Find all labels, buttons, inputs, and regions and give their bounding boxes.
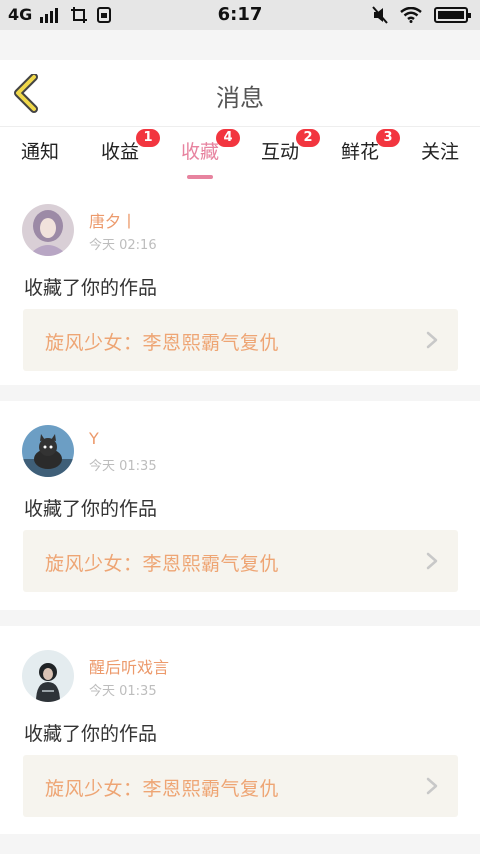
timestamp: 今天 02:16 — [89, 238, 157, 253]
timestamp: 今天 01:35 — [89, 684, 157, 699]
work-title: 旋风少女：李恩熙霸气复仇 — [45, 553, 280, 575]
work-link[interactable]: 旋风少女：李恩熙霸气复仇 — [23, 755, 458, 817]
unread-badge: 3 — [376, 129, 400, 147]
tab-label: 收藏 — [180, 141, 219, 163]
work-title: 旋风少女：李恩熙霸气复仇 — [45, 778, 280, 800]
message-text: 收藏了你的作品 — [24, 723, 158, 745]
username[interactable]: Y — [89, 429, 99, 448]
tab-label: 通知 — [20, 141, 59, 163]
work-link[interactable]: 旋风少女：李恩熙霸气复仇 — [23, 309, 458, 371]
work-link[interactable]: 旋风少女：李恩熙霸气复仇 — [23, 530, 458, 592]
username[interactable]: 醒后听戏言 — [89, 654, 169, 678]
avatar[interactable] — [22, 204, 74, 256]
unread-badge: 4 — [216, 129, 240, 147]
username[interactable]: 唐夕丨 — [89, 208, 137, 232]
tab-follows[interactable]: 关注 — [400, 137, 480, 164]
tab-flowers[interactable]: 鲜花 3 — [320, 129, 400, 164]
chevron-right-icon — [426, 777, 438, 795]
unread-badge: 2 — [296, 129, 320, 147]
tab-bar: 通知 收益 1 收藏 4 互动 2 鲜花 3 关注 — [0, 126, 480, 180]
avatar[interactable] — [22, 425, 74, 477]
timestamp: 今天 01:35 — [89, 459, 157, 474]
tab-notifications[interactable]: 通知 — [0, 137, 80, 164]
chevron-right-icon — [426, 331, 438, 349]
active-tab-indicator — [187, 175, 213, 179]
tab-label: 互动 — [260, 141, 299, 163]
message-card: 唐夕丨 今天 02:16 收藏了你的作品 旋风少女：李恩熙霸气复仇 — [0, 180, 480, 385]
work-title: 旋风少女：李恩熙霸气复仇 — [45, 332, 280, 354]
avatar[interactable] — [22, 650, 74, 702]
page-title: 消息 — [216, 84, 264, 112]
mute-icon — [372, 6, 388, 24]
message-text: 收藏了你的作品 — [24, 498, 158, 520]
tab-label: 鲜花 — [340, 141, 379, 163]
tab-earnings[interactable]: 收益 1 — [80, 129, 160, 164]
message-card: Y 今天 01:35 收藏了你的作品 旋风少女：李恩熙霸气复仇 — [0, 401, 480, 610]
tab-favorites[interactable]: 收藏 4 — [160, 129, 240, 179]
top-bar: 消息 — [0, 60, 480, 126]
wifi-icon — [400, 7, 422, 23]
status-right — [372, 6, 471, 24]
battery-icon — [434, 7, 471, 23]
message-card: 醒后听戏言 今天 01:35 收藏了你的作品 旋风少女：李恩熙霸气复仇 — [0, 626, 480, 834]
tab-label: 关注 — [420, 141, 459, 163]
chevron-right-icon — [426, 552, 438, 570]
tab-label: 收益 — [100, 141, 139, 163]
tab-interactions[interactable]: 互动 2 — [240, 129, 320, 164]
unread-badge: 1 — [136, 129, 160, 147]
status-bar: 4G 6:17 — [0, 0, 480, 30]
message-text: 收藏了你的作品 — [24, 277, 158, 299]
